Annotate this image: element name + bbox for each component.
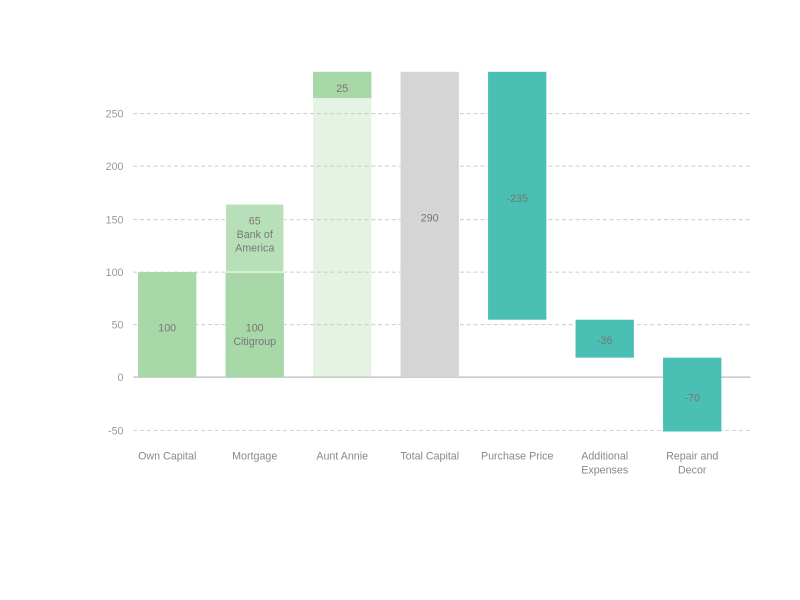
chart-container: .axis-label { font-size: 11px; fill: #99… xyxy=(10,15,790,585)
x-label-mortgage: Mortgage xyxy=(232,451,277,463)
bar-label-purchase-price: -235 xyxy=(507,193,528,205)
bar-label-total-capital: 290 xyxy=(421,213,439,225)
main-chart: .axis-label { font-size: 11px; fill: #99… xyxy=(70,35,770,515)
x-label-purchase-price: Purchase Price xyxy=(481,451,554,463)
chart-area: .axis-label { font-size: 11px; fill: #99… xyxy=(70,35,770,515)
y-label-0: 0 xyxy=(118,372,124,384)
x-label-total-capital: Total Capital xyxy=(400,451,459,463)
label-mortgage-boa-name2: America xyxy=(235,243,274,255)
label-mortgage-boa-value: 65 xyxy=(249,215,261,227)
bar-label-additional-expenses: -36 xyxy=(597,335,613,347)
label-mortgage-citigroup-value: 100 xyxy=(246,322,264,334)
y-label-250: 250 xyxy=(106,109,124,121)
label-mortgage-citigroup-name: Citigroup xyxy=(233,336,276,348)
bar-label-own-capital: 100 xyxy=(158,322,176,334)
x-label-repair-decor-2: Decor xyxy=(678,464,707,476)
label-mortgage-boa-name1: Bank of xyxy=(237,229,273,241)
bar-aunt-annie-background xyxy=(313,72,371,377)
y-label-150: 150 xyxy=(106,214,124,226)
y-label-100: 100 xyxy=(106,267,124,279)
x-label-repair-decor-1: Repair and xyxy=(666,451,718,463)
x-label-own-capital: Own Capital xyxy=(138,451,196,463)
y-label-minus50: -50 xyxy=(108,425,124,437)
x-label-additional-expenses-2: Expenses xyxy=(581,464,628,476)
x-label-aunt-annie: Aunt Annie xyxy=(316,451,368,463)
bar-label-aunt-annie: 25 xyxy=(336,83,348,95)
y-label-200: 200 xyxy=(106,161,124,173)
x-label-additional-expenses-1: Additional xyxy=(581,451,628,463)
y-label-50: 50 xyxy=(112,319,124,331)
bar-label-repair-decor: -70 xyxy=(684,392,700,404)
